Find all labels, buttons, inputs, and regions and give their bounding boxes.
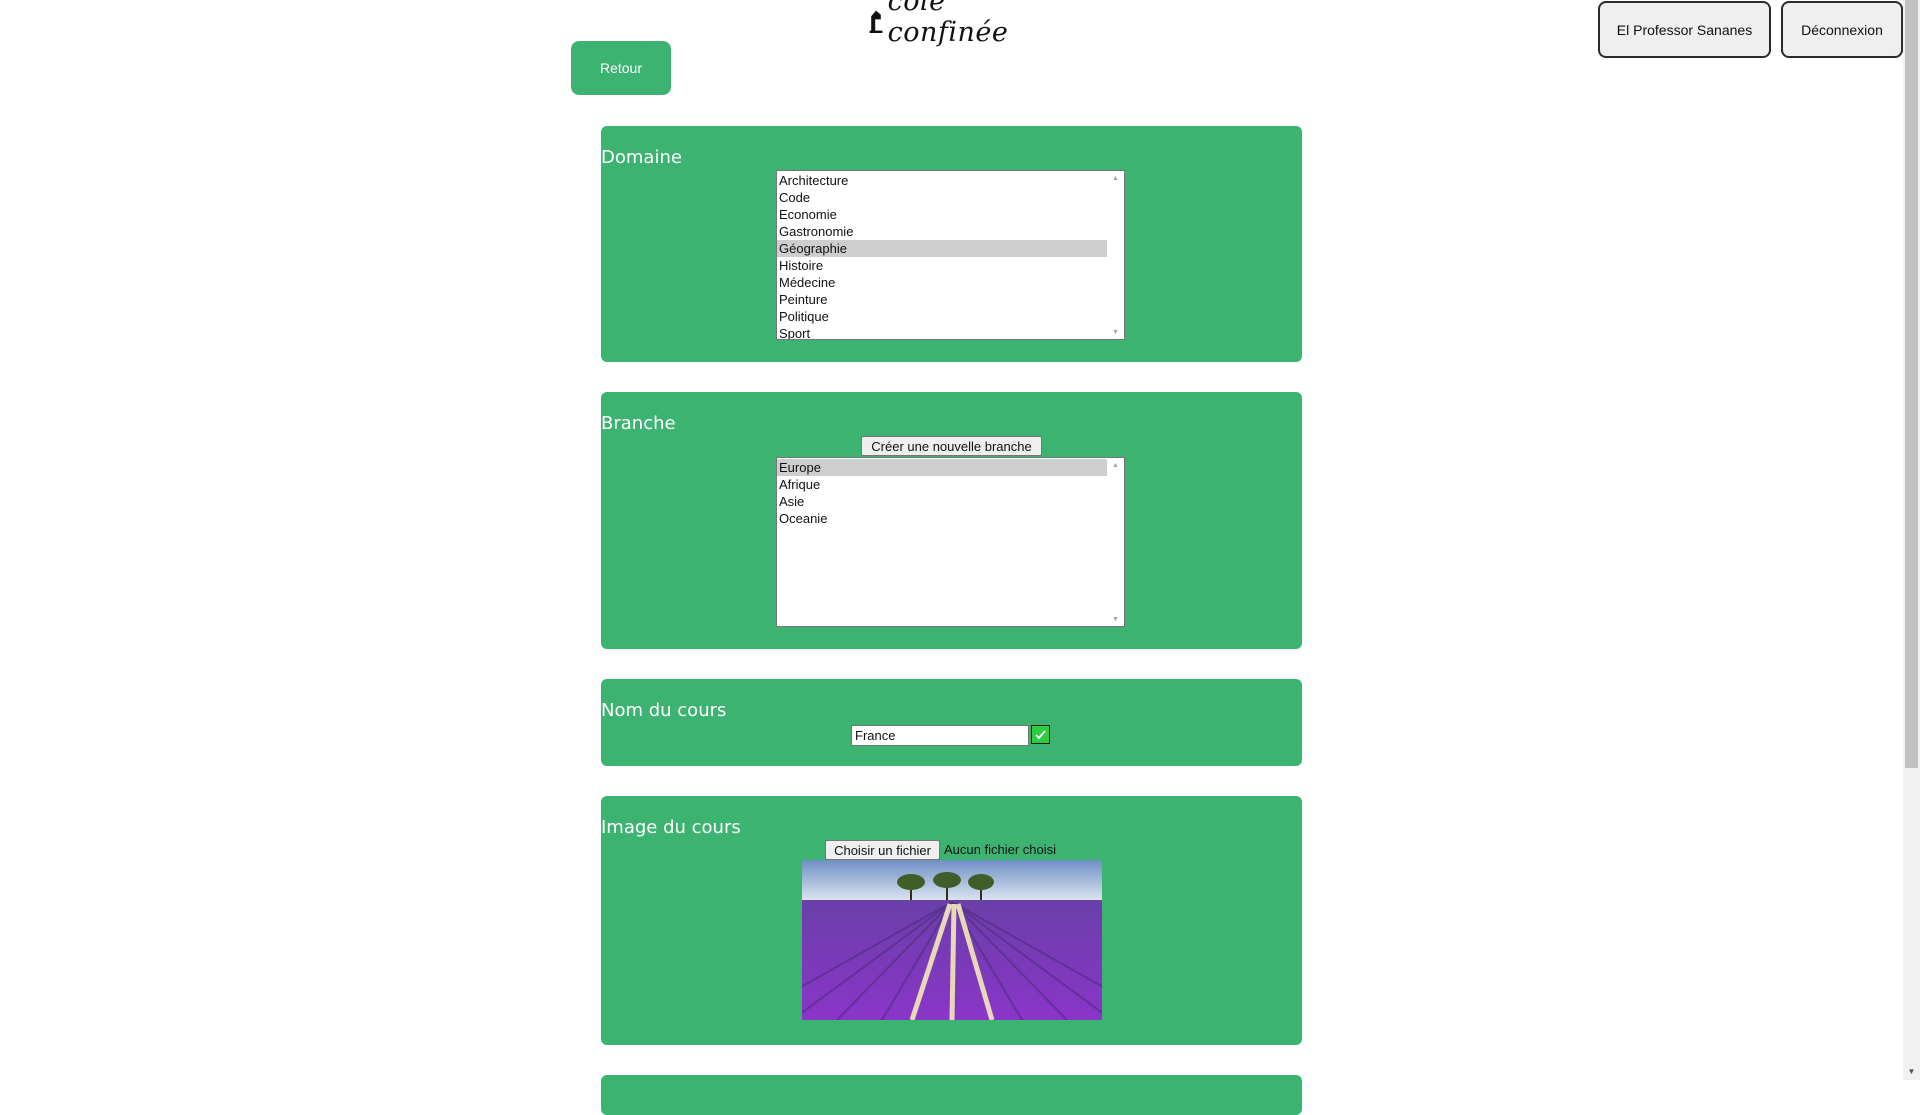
branche-select[interactable]: Europe Afrique Asie Oceanie ▲ ▼ [776, 457, 1125, 627]
scroll-up-arrow-icon[interactable]: ▲ [1107, 458, 1124, 472]
site-logo[interactable]: cole confinée [868, 0, 1038, 48]
scroll-up-arrow-icon[interactable]: ▲ [1107, 171, 1124, 185]
select-option[interactable]: Politique [777, 308, 1108, 325]
domaine-select-scrollbar[interactable]: ▲ ▼ [1107, 171, 1124, 339]
select-option[interactable]: Asie [777, 493, 1108, 510]
validate-name-checkbox[interactable] [1031, 725, 1050, 744]
domaine-options: Architecture Code Economie Gastronomie Géogr… [777, 171, 1108, 339]
select-option[interactable]: Economie [777, 206, 1108, 223]
select-option[interactable]: Géographie [777, 240, 1108, 257]
select-option[interactable]: Oceanie [777, 510, 1108, 527]
image-cours-title: Image du cours [601, 817, 741, 838]
lavender-field-image [802, 860, 1102, 1020]
logo-text: cole confinée [887, 0, 1009, 48]
course-name-input[interactable] [851, 725, 1029, 746]
select-option[interactable]: Gastronomie [777, 223, 1108, 240]
nom-cours-card [601, 679, 1302, 766]
branche-options: Europe Afrique Asie Oceanie [777, 458, 1108, 527]
select-option[interactable]: Afrique [777, 476, 1108, 493]
create-branch-button[interactable]: Créer une nouvelle branche [861, 436, 1042, 456]
choose-file-button[interactable]: Choisir un fichier [825, 840, 940, 860]
logout-button[interactable]: Déconnexion [1781, 1, 1903, 58]
scroll-down-arrow-icon[interactable]: ▼ [1107, 612, 1124, 626]
select-option[interactable]: Europe [777, 459, 1108, 476]
branche-select-scrollbar[interactable]: ▲ ▼ [1107, 458, 1124, 626]
check-icon [1035, 730, 1046, 740]
select-option[interactable]: Architecture [777, 172, 1108, 189]
select-option[interactable]: Peinture [777, 291, 1108, 308]
select-option[interactable]: Sport [777, 325, 1108, 339]
next-card [601, 1075, 1302, 1115]
file-status-label: Aucun fichier choisi [944, 842, 1056, 857]
select-option[interactable]: Code [777, 189, 1108, 206]
school-logo-icon [869, 10, 883, 34]
user-profile-button[interactable]: El Professor Sananes [1598, 1, 1771, 58]
back-button[interactable]: Retour [571, 41, 671, 95]
nom-cours-title: Nom du cours [601, 700, 727, 721]
domaine-title: Domaine [601, 147, 682, 168]
scroll-down-arrow-icon[interactable]: ▼ [1903, 1063, 1920, 1080]
domaine-select[interactable]: Architecture Code Economie Gastronomie Géogr… [776, 170, 1125, 340]
select-option[interactable]: Médecine [777, 274, 1108, 291]
page-scrollbar[interactable]: ▼ [1903, 0, 1920, 1080]
branche-title: Branche [601, 413, 676, 434]
select-option[interactable]: Histoire [777, 257, 1108, 274]
scroll-down-arrow-icon[interactable]: ▼ [1107, 325, 1124, 339]
page-scrollbar-thumb[interactable] [1905, 0, 1918, 768]
